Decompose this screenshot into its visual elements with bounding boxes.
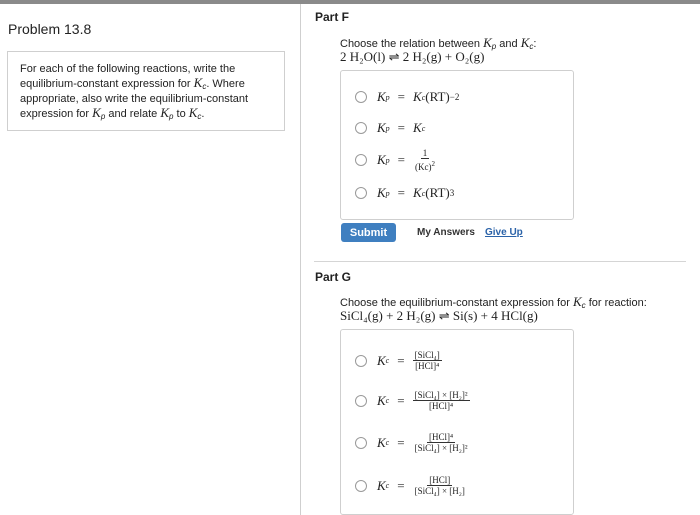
radio-button[interactable] (355, 154, 367, 166)
part-f-title: Part F (315, 10, 350, 24)
radio-button[interactable] (355, 91, 367, 103)
fraction: [HCl]⁴ [SiCl₄] × [H₂]² (414, 432, 468, 453)
radio-button[interactable] (355, 394, 367, 407)
answer-panel: Part F Choose the relation between Kp an… (301, 4, 700, 515)
part-f-option-4[interactable]: Kp = Kc (RT) 3 (355, 185, 454, 201)
my-answers-link[interactable]: My Answers (417, 227, 475, 238)
radio-button[interactable] (355, 122, 367, 134)
part-g-options-box: Kc = [SiCl₄] [HCl]⁴ Kc = [SiCl₄] × [H₂]² [HC… (340, 329, 574, 515)
part-f-options-box: Kp = Kc (RT) −2 Kp = Kc Kp = 1 (Kc)2 Kp = Kc (RT) 3 (340, 70, 574, 220)
part-f-option-2[interactable]: Kp = Kc (355, 120, 425, 136)
radio-button[interactable] (355, 187, 367, 199)
part-f-reaction: 2 H₂O(l) ⇌ 2 H₂(g) + O₂(g) (340, 49, 485, 64)
fraction: [SiCl₄] × [H₂]² [HCl]⁴ (412, 390, 470, 411)
part-f-option-3[interactable]: Kp = 1 (Kc)2 (355, 148, 437, 172)
problem-title: Problem 13.8 (8, 21, 92, 37)
problem-intro-text: For each of the following reactions, wri… (20, 63, 249, 121)
part-g-option-4[interactable]: Kc = [HCl] [SiCl₄] × [H₂] (355, 475, 467, 496)
part-g-option-2[interactable]: Kc = [SiCl₄] × [H₂]² [HCl]⁴ (355, 390, 470, 411)
section-divider (314, 261, 686, 262)
part-g-reaction: SiCl₄(g) + 2 H₂(g) ⇌ Si(s) + 4 HCl(g) (340, 308, 538, 323)
fraction: [SiCl₄] [HCl]⁴ (412, 350, 442, 371)
part-g-title: Part G (315, 270, 352, 284)
problem-intro-box: For each of the following reactions, wri… (7, 51, 285, 131)
radio-button[interactable] (355, 354, 367, 367)
problem-panel: Problem 13.8 For each of the following r… (0, 4, 301, 515)
part-f-option-1[interactable]: Kp = Kc (RT) −2 (355, 89, 459, 105)
radio-button[interactable] (355, 479, 367, 492)
fraction: 1 (Kc)2 (415, 148, 436, 172)
part-g-option-1[interactable]: Kc = [SiCl₄] [HCl]⁴ (355, 350, 442, 371)
part-g-option-3[interactable]: Kc = [HCl]⁴ [SiCl₄] × [H₂]² (355, 432, 470, 453)
submit-button[interactable]: Submit (341, 223, 396, 242)
radio-button[interactable] (355, 436, 367, 449)
give-up-link[interactable]: Give Up (485, 227, 523, 238)
fraction: [HCl] [SiCl₄] × [H₂] (414, 475, 465, 496)
